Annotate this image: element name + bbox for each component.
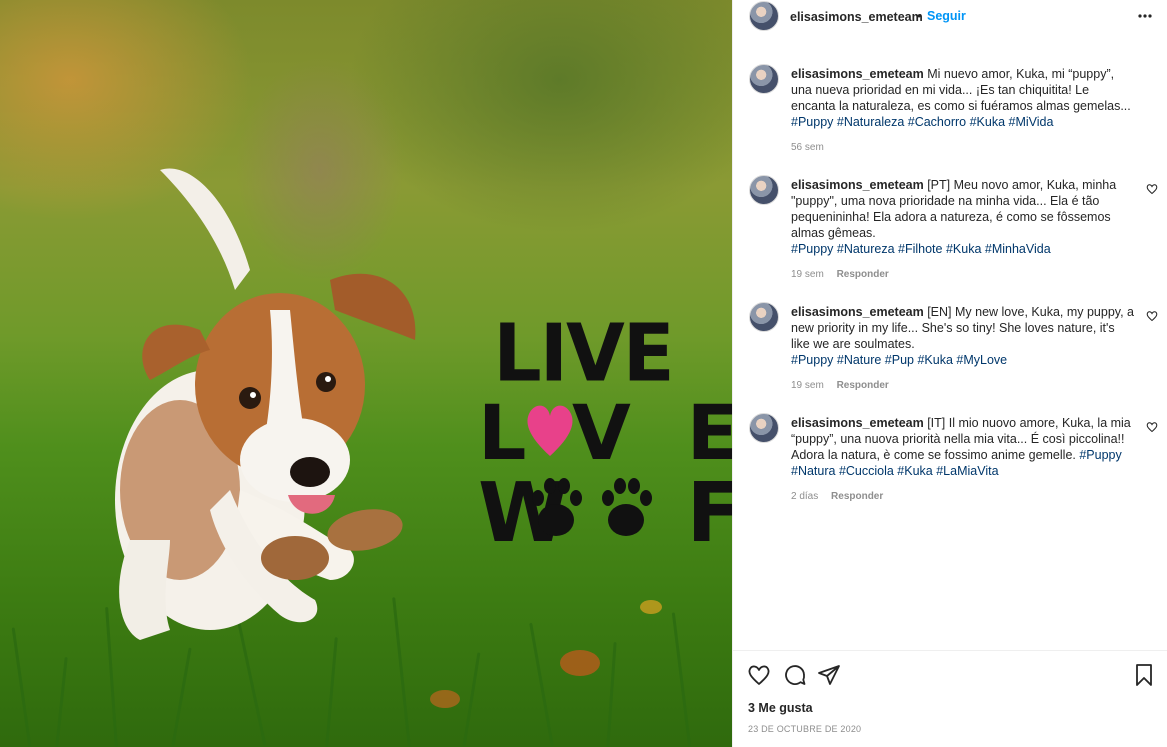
- comment-username[interactable]: elisasimons_emeteam: [791, 67, 924, 81]
- like-comment-heart-icon[interactable]: [1146, 183, 1158, 195]
- like-comment-heart-icon[interactable]: [1146, 421, 1158, 433]
- comment-meta: 56 sem: [791, 142, 824, 153]
- like-comment-heart-icon[interactable]: [1146, 310, 1158, 322]
- instagram-post: LIVE LVE WF: [0, 0, 1167, 747]
- comment-time[interactable]: 19 sem: [791, 380, 824, 391]
- comment-hashtags[interactable]: #Puppy #Naturaleza #Cachorro #Kuka #MiVi…: [791, 115, 1053, 129]
- comment-username[interactable]: elisasimons_emeteam: [791, 178, 924, 192]
- comment-hashtags[interactable]: #Puppy #Nature #Pup #Kuka #MyLove: [791, 353, 1007, 367]
- divider: [733, 650, 1167, 651]
- avatar[interactable]: [749, 1, 779, 31]
- comment-time[interactable]: 2 días: [791, 491, 818, 502]
- post-actions: [733, 660, 1167, 692]
- overlay-line-1: LIVE: [493, 305, 674, 400]
- comment-time[interactable]: 56 sem: [791, 142, 824, 153]
- likes-count[interactable]: 3 Me gusta: [748, 701, 813, 715]
- comment-body: elisasimons_emeteam Mi nuevo amor, Kuka,…: [791, 66, 1136, 130]
- comment-hashtags[interactable]: #Puppy #Natureza #Filhote #Kuka #MinhaVi…: [791, 242, 1051, 256]
- reply-button[interactable]: Responder: [837, 380, 889, 391]
- post-image[interactable]: LIVE LVE WF: [0, 0, 732, 747]
- overlay-line-2: LVE: [478, 388, 732, 477]
- comment-meta: 19 sem Responder: [791, 269, 889, 280]
- comment-body: elisasimons_emeteam [PT] Meu novo amor, …: [791, 177, 1136, 257]
- comment-body: elisasimons_emeteam [EN] My new love, Ku…: [791, 304, 1136, 368]
- live-love-woof-overlay: LIVE LVE WF: [478, 305, 732, 561]
- comment-time[interactable]: 19 sem: [791, 269, 824, 280]
- separator-dot: •: [917, 9, 922, 23]
- avatar[interactable]: [749, 64, 779, 94]
- share-paper-plane-icon[interactable]: [817, 663, 841, 687]
- post-sidebar: elisasimons_emeteam • Seguir elisasimons…: [732, 0, 1167, 747]
- post-header: elisasimons_emeteam • Seguir: [733, 0, 1167, 34]
- paw-print-icon: [532, 478, 652, 536]
- header-username[interactable]: elisasimons_emeteam: [790, 10, 923, 24]
- comment-meta: 19 sem Responder: [791, 380, 889, 391]
- follow-button[interactable]: Seguir: [927, 9, 966, 23]
- comment-username[interactable]: elisasimons_emeteam: [791, 416, 924, 430]
- save-bookmark-icon[interactable]: [1132, 663, 1156, 687]
- more-horizontal-icon[interactable]: [1137, 8, 1153, 24]
- post-date[interactable]: 23 DE OCTUBRE DE 2020: [748, 724, 861, 734]
- comment-body: elisasimons_emeteam [IT] Il mio nuovo am…: [791, 415, 1136, 479]
- heart-icon: [527, 405, 573, 456]
- reply-button[interactable]: Responder: [831, 491, 883, 502]
- comment-username[interactable]: elisasimons_emeteam: [791, 305, 924, 319]
- avatar[interactable]: [749, 413, 779, 443]
- avatar[interactable]: [749, 175, 779, 205]
- avatar[interactable]: [749, 302, 779, 332]
- reply-button[interactable]: Responder: [837, 269, 889, 280]
- puppy-illustration: [115, 168, 416, 640]
- like-heart-icon[interactable]: [747, 663, 771, 687]
- comment-meta: 2 días Responder: [791, 491, 883, 502]
- comment-bubble-icon[interactable]: [783, 663, 807, 687]
